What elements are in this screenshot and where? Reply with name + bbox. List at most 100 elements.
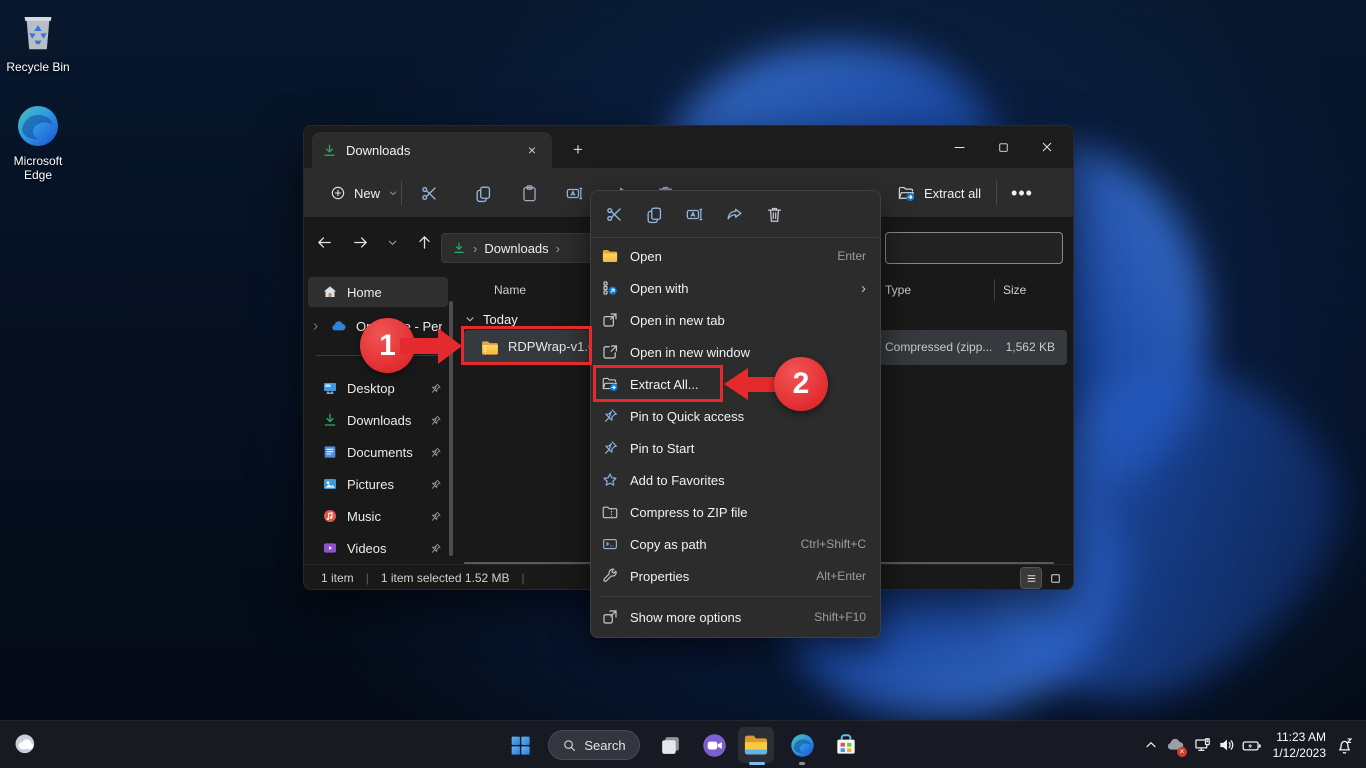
column-header-name[interactable]: Name <box>494 283 526 297</box>
microsoft-store-button[interactable] <box>828 727 864 763</box>
search-button[interactable]: Search <box>548 730 640 760</box>
sidebar-item-home[interactable]: Home <box>308 277 448 307</box>
rename-icon[interactable] <box>684 204 704 224</box>
tray-battery[interactable] <box>1238 727 1264 763</box>
menu-item-copy-as-path[interactable]: Copy as path Ctrl+Shift+C <box>591 528 880 560</box>
maximize-button[interactable] <box>981 131 1025 163</box>
start-button[interactable] <box>502 727 538 763</box>
annotation-step-2: 2 <box>774 357 828 411</box>
battery-icon <box>1241 735 1262 756</box>
tab-close-icon[interactable]: × <box>522 140 542 160</box>
running-app-indicator <box>799 762 805 765</box>
file-explorer-taskbar-button[interactable] <box>738 727 774 763</box>
collapse-chevron-icon[interactable] <box>464 313 476 325</box>
edge-taskbar-button[interactable] <box>784 727 820 763</box>
menu-item-properties[interactable]: Properties Alt+Enter <box>591 560 880 592</box>
sidebar-item-videos[interactable]: Videos <box>308 533 448 563</box>
pin-icon <box>429 478 442 491</box>
tab-bar: Downloads × + <box>304 126 1073 168</box>
bell-dnd-icon <box>1334 735 1355 756</box>
expand-chevron-icon[interactable] <box>310 321 321 332</box>
see-more-button[interactable]: ••• <box>1004 175 1040 211</box>
large-icons-view-button[interactable] <box>1045 568 1065 588</box>
sidebar-item-downloads[interactable]: Downloads <box>308 405 448 435</box>
copy-icon[interactable] <box>644 204 664 224</box>
downloads-icon <box>322 412 338 428</box>
annotation-box-extract-all <box>593 365 723 402</box>
taskbar-clock[interactable]: 11:23 AM 1/12/2023 <box>1266 729 1326 761</box>
paste-button[interactable] <box>509 175 549 211</box>
sidebar-item-pictures[interactable]: Pictures <box>308 469 448 499</box>
star-icon <box>601 471 619 489</box>
active-app-indicator <box>749 762 765 765</box>
chevron-up-icon <box>1143 737 1159 753</box>
recycle-bin-icon <box>15 8 61 56</box>
desktop-icon-recycle-bin[interactable]: Recycle Bin <box>0 8 76 74</box>
breadcrumb-separator: › <box>556 241 560 256</box>
taskbar: Search × 11:23 AM 1/12/2023 <box>0 720 1366 768</box>
new-tab-button[interactable]: + <box>566 138 590 162</box>
menu-item-open-in-new-window[interactable]: Open in new window <box>591 336 880 368</box>
recent-locations-button[interactable] <box>376 226 408 258</box>
menu-item-open[interactable]: Open Enter <box>591 240 880 272</box>
network-icon <box>1193 735 1213 755</box>
open-new-window-icon <box>601 343 619 361</box>
menu-item-open-with[interactable]: Open with › <box>591 272 880 304</box>
sidebar-item-documents[interactable]: Documents <box>308 437 448 467</box>
desktop-icon <box>322 380 338 396</box>
tray-onedrive[interactable]: × <box>1162 727 1188 763</box>
breadcrumb[interactable]: Downloads <box>484 241 548 256</box>
back-button[interactable] <box>308 226 340 258</box>
chat-button[interactable] <box>696 727 732 763</box>
speaker-icon <box>1217 735 1237 755</box>
widgets-button[interactable] <box>8 727 44 763</box>
menu-item-pin-to-start[interactable]: Pin to Start <box>591 432 880 464</box>
pictures-icon <box>322 476 338 492</box>
menu-item-open-in-new-tab[interactable]: Open in new tab <box>591 304 880 336</box>
downloads-icon <box>322 143 337 158</box>
videos-icon <box>322 540 338 556</box>
cut-button[interactable] <box>409 175 449 211</box>
menu-item-show-more-options[interactable]: Show more options Shift+F10 <box>591 601 880 633</box>
menu-item-pin-to-quick-access[interactable]: Pin to Quick access <box>591 400 880 432</box>
search-input[interactable] <box>885 232 1063 264</box>
chat-icon <box>701 732 728 759</box>
sidebar-item-desktop[interactable]: Desktop <box>308 373 448 403</box>
forward-button[interactable] <box>344 226 376 258</box>
store-icon <box>833 732 859 758</box>
close-button[interactable] <box>1025 131 1069 163</box>
rename-button[interactable] <box>554 175 594 211</box>
extract-all-button[interactable]: Extract all <box>887 176 991 210</box>
wrench-icon <box>601 567 619 585</box>
pin-icon <box>429 414 442 427</box>
column-header-size[interactable]: Size <box>1003 283 1026 297</box>
menu-item-compress-to-zip[interactable]: Compress to ZIP file <box>591 496 880 528</box>
notifications-button[interactable] <box>1330 727 1358 763</box>
pin-icon <box>429 542 442 555</box>
copy-button[interactable] <box>463 175 503 211</box>
minimize-button[interactable] <box>937 131 981 163</box>
new-button[interactable]: New <box>320 177 408 209</box>
tray-network[interactable] <box>1190 727 1216 763</box>
menu-item-add-to-favorites[interactable]: Add to Favorites <box>591 464 880 496</box>
edge-icon <box>789 732 816 759</box>
task-view-button[interactable] <box>652 727 688 763</box>
sidebar-item-music[interactable]: Music <box>308 501 448 531</box>
desktop-icon-microsoft-edge[interactable]: Microsoft Edge <box>0 102 76 182</box>
pin-icon <box>429 446 442 459</box>
tray-show-hidden-icons[interactable] <box>1138 727 1164 763</box>
desktop-icon-label: Recycle Bin <box>0 60 76 74</box>
share-icon[interactable] <box>724 204 744 224</box>
tab-title: Downloads <box>346 143 513 158</box>
up-button[interactable] <box>408 226 440 258</box>
details-view-button[interactable] <box>1021 568 1041 588</box>
error-badge: × <box>1177 747 1187 757</box>
tab-downloads[interactable]: Downloads × <box>312 132 552 168</box>
cut-icon[interactable] <box>604 204 624 224</box>
tray-volume[interactable] <box>1214 727 1240 763</box>
search-icon <box>562 738 577 753</box>
delete-icon[interactable] <box>764 204 784 224</box>
new-button-label: New <box>354 186 380 201</box>
pin-icon <box>429 382 442 395</box>
column-header-type[interactable]: Type <box>885 283 911 297</box>
